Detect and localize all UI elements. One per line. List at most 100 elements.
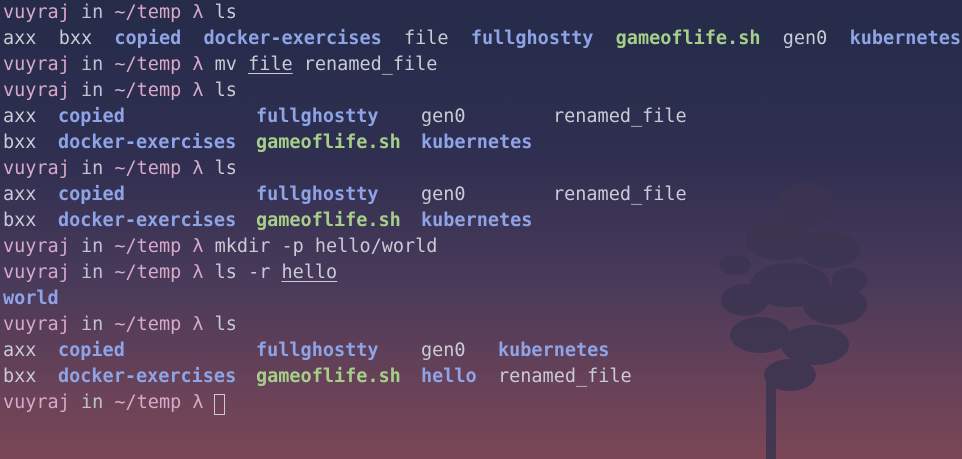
command-arg: hello/world	[314, 236, 438, 257]
prompt-path: ~/temp	[114, 262, 182, 283]
prompt-line: vuyraj in ~/temp λ ls	[3, 312, 962, 338]
directory-entry: fullghostty	[256, 340, 379, 361]
executable-entry: gameoflife.sh	[256, 210, 401, 231]
file-entry: renamed_file	[553, 106, 687, 127]
output-line: axx copied fullghostty gen0 renamed_file	[3, 104, 962, 130]
prompt-user: vuyraj	[3, 80, 70, 101]
file-entry: gen0	[421, 340, 466, 361]
file-entry: gen0	[421, 184, 466, 205]
output-line: bxx docker-exercises gameoflife.sh kubernet…	[3, 208, 962, 234]
prompt-in: in	[80, 392, 104, 413]
prompt-lambda: λ	[192, 54, 204, 75]
prompt-lambda: λ	[192, 392, 204, 413]
command-name: ls	[214, 158, 237, 179]
prompt-user: vuyraj	[3, 158, 70, 179]
prompt-user: vuyraj	[3, 236, 70, 257]
directory-entry: docker-exercises	[58, 210, 237, 231]
command-arg: -p	[281, 236, 304, 257]
prompt-path: ~/temp	[114, 314, 182, 335]
directory-entry: hello	[421, 366, 477, 387]
prompt-lambda: λ	[192, 2, 204, 23]
terminal-output: vuyraj in ~/temp λ ls axx bxx copied dock…	[3, 0, 962, 416]
prompt-path: ~/temp	[114, 158, 182, 179]
output-line: axx copied fullghostty gen0 kubernetes	[3, 338, 962, 364]
command-arg: renamed_file	[303, 54, 438, 75]
prompt-user: vuyraj	[3, 54, 70, 75]
prompt-lambda: λ	[192, 80, 204, 101]
file-entry: bxx	[3, 366, 37, 387]
file-entry: bxx	[3, 210, 37, 231]
prompt-in: in	[80, 54, 104, 75]
prompt-line: vuyraj in ~/temp λ mv file renamed_file	[3, 52, 962, 78]
prompt-user: vuyraj	[3, 314, 70, 335]
terminal-window[interactable]: vuyraj in ~/temp λ ls axx bxx copied dock…	[0, 0, 962, 459]
directory-entry: kubernetes	[498, 340, 610, 361]
file-entry: renamed_file	[553, 184, 687, 205]
file-entry: gen0	[421, 106, 466, 127]
prompt-in: in	[80, 158, 104, 179]
prompt-lambda: λ	[192, 262, 204, 283]
command-name: mv	[214, 54, 237, 75]
command-arg: hello	[281, 262, 338, 283]
prompt-path: ~/temp	[114, 80, 182, 101]
prompt-path: ~/temp	[114, 392, 182, 413]
prompt-line: vuyraj in ~/temp λ ls	[3, 156, 962, 182]
prompt-user: vuyraj	[3, 2, 70, 23]
prompt-lambda: λ	[192, 158, 204, 179]
prompt-path: ~/temp	[114, 2, 182, 23]
prompt-line: vuyraj in ~/temp λ	[3, 390, 962, 416]
text-cursor[interactable]	[214, 394, 225, 415]
prompt-path: ~/temp	[114, 54, 182, 75]
directory-entry: kubernetes	[421, 132, 533, 153]
prompt-lambda: λ	[192, 236, 204, 257]
output-line: axx bxx copied docker-exercises file ful…	[3, 26, 962, 52]
directory-entry: kubernetes	[849, 28, 961, 49]
command-name: ls	[214, 262, 237, 283]
directory-entry: docker-exercises	[58, 132, 237, 153]
file-entry: axx	[3, 28, 37, 49]
prompt-line: vuyraj in ~/temp λ mkdir -p hello/world	[3, 234, 962, 260]
output-line: bxx docker-exercises gameoflife.sh kubernet…	[3, 130, 962, 156]
command-name: mkdir	[214, 236, 271, 257]
file-entry: bxx	[3, 132, 37, 153]
file-entry: gen0	[782, 28, 828, 49]
directory-entry: world	[3, 288, 59, 309]
file-entry: axx	[3, 340, 37, 361]
directory-entry: kubernetes	[421, 210, 533, 231]
directory-entry: fullghostty	[256, 184, 379, 205]
executable-entry: gameoflife.sh	[615, 28, 761, 49]
file-entry: renamed_file	[498, 366, 632, 387]
command-name: ls	[214, 80, 237, 101]
prompt-user: vuyraj	[3, 262, 70, 283]
prompt-in: in	[80, 2, 104, 23]
prompt-lambda: λ	[192, 314, 204, 335]
directory-entry: fullghostty	[256, 106, 379, 127]
executable-entry: gameoflife.sh	[256, 132, 401, 153]
command-arg: file	[248, 54, 293, 75]
command-name: ls	[214, 314, 237, 335]
prompt-in: in	[80, 80, 104, 101]
directory-entry: copied	[58, 340, 125, 361]
prompt-in: in	[80, 314, 104, 335]
command-name: ls	[214, 2, 237, 23]
directory-entry: copied	[114, 28, 182, 49]
directory-entry: copied	[58, 184, 125, 205]
prompt-line: vuyraj in ~/temp λ ls	[3, 78, 962, 104]
file-entry: axx	[3, 106, 37, 127]
command-arg: -r	[248, 262, 271, 283]
prompt-in: in	[80, 262, 104, 283]
directory-entry: fullghostty	[470, 28, 594, 49]
directory-entry: docker-exercises	[58, 366, 237, 387]
file-entry: bxx	[58, 28, 93, 49]
file-entry: axx	[3, 184, 37, 205]
output-line: axx copied fullghostty gen0 renamed_file	[3, 182, 962, 208]
prompt-in: in	[80, 236, 104, 257]
prompt-user: vuyraj	[3, 392, 70, 413]
prompt-line: vuyraj in ~/temp λ ls	[3, 0, 962, 26]
prompt-path: ~/temp	[114, 236, 182, 257]
executable-entry: gameoflife.sh	[256, 366, 401, 387]
directory-entry: docker-exercises	[203, 28, 382, 49]
output-line: bxx docker-exercises gameoflife.sh hello ren…	[3, 364, 962, 390]
file-entry: file	[404, 28, 449, 49]
output-line: world	[3, 286, 962, 312]
